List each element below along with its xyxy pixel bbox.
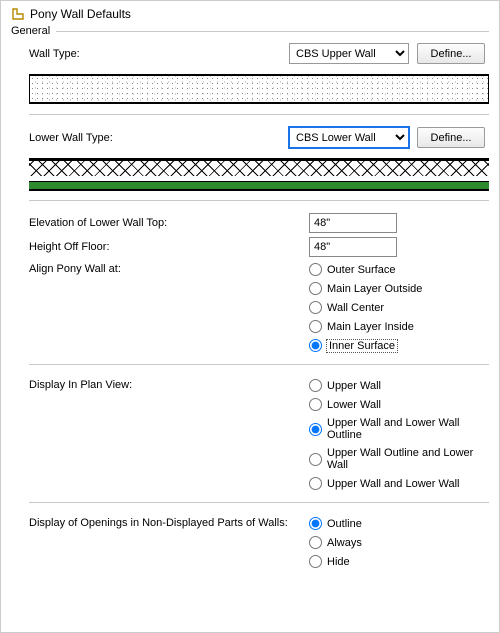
radio-label: Wall Center (327, 302, 384, 314)
radio-label: Upper Wall and Lower Wall (327, 478, 459, 490)
align-wall-center-radio[interactable]: Wall Center (309, 301, 489, 314)
height-off-floor-input[interactable] (309, 237, 397, 257)
title-bar: Pony Wall Defaults (11, 7, 489, 21)
elevation-label: Elevation of Lower Wall Top: (29, 215, 309, 231)
lower-wall-type-row: Lower Wall Type: CBS Lower Wall Define..… (29, 127, 489, 148)
display-plan-grid: Display In Plan View: Upper Wall Lower W… (29, 377, 489, 492)
display-plan-radio-group: Upper Wall Lower Wall Upper Wall and Low… (309, 377, 489, 492)
wall-type-combo[interactable]: CBS Upper Wall (289, 43, 409, 64)
display-openings-grid: Display of Openings in Non-Displayed Par… (29, 515, 489, 570)
divider (29, 502, 489, 503)
align-radio-group: Outer Surface Main Layer Outside Wall Ce… (309, 261, 489, 354)
dialog-window: Pony Wall Defaults General Wall Type: CB… (0, 0, 500, 633)
divider (29, 200, 489, 201)
upper-wall-preview (29, 74, 489, 104)
divider (29, 364, 489, 365)
display-openings-radio-group: Outline Always Hide (309, 515, 489, 570)
radio-label: Inner Surface (327, 340, 397, 352)
display-upper-lower-radio[interactable]: Upper Wall and Lower Wall (309, 477, 489, 490)
general-group-header: General (11, 25, 489, 37)
pony-wall-icon (11, 7, 25, 21)
radio-label: Outer Surface (327, 264, 395, 276)
align-main-layer-outside-radio[interactable]: Main Layer Outside (309, 282, 489, 295)
openings-outline-radio[interactable]: Outline (309, 517, 489, 530)
radio-label: Upper Wall Outline and Lower Wall (327, 447, 489, 471)
divider (56, 31, 489, 32)
lower-wall-type-define-button[interactable]: Define... (417, 127, 485, 148)
elevation-input[interactable] (309, 213, 397, 233)
align-label: Align Pony Wall at: (29, 261, 309, 277)
radio-label: Outline (327, 518, 362, 530)
display-upper-outline-lower-radio[interactable]: Upper Wall Outline and Lower Wall (309, 447, 489, 471)
radio-label: Hide (327, 556, 350, 568)
general-section: Wall Type: CBS Upper Wall Define... Lowe… (11, 43, 489, 570)
height-off-floor-label: Height Off Floor: (29, 239, 309, 255)
align-outer-surface-radio[interactable]: Outer Surface (309, 263, 489, 276)
radio-label: Main Layer Outside (327, 283, 422, 295)
lower-wall-type-label: Lower Wall Type: (29, 132, 289, 144)
radio-label: Upper Wall (327, 380, 381, 392)
display-plan-label: Display In Plan View: (29, 377, 309, 393)
radio-label: Always (327, 537, 362, 549)
align-main-layer-inside-radio[interactable]: Main Layer Inside (309, 320, 489, 333)
align-inner-surface-radio[interactable]: Inner Surface (309, 339, 489, 352)
display-openings-label: Display of Openings in Non-Displayed Par… (29, 515, 309, 531)
wall-type-label: Wall Type: (29, 48, 289, 60)
openings-always-radio[interactable]: Always (309, 536, 489, 549)
divider (29, 114, 489, 115)
lower-wall-type-combo[interactable]: CBS Lower Wall (289, 127, 409, 148)
general-legend: General (11, 25, 56, 37)
openings-hide-radio[interactable]: Hide (309, 555, 489, 568)
radio-label: Upper Wall and Lower Wall Outline (327, 417, 489, 441)
wall-type-row: Wall Type: CBS Upper Wall Define... (29, 43, 489, 64)
lower-wall-preview (29, 158, 489, 190)
radio-label: Main Layer Inside (327, 321, 414, 333)
display-lower-wall-radio[interactable]: Lower Wall (309, 398, 489, 411)
radio-label: Lower Wall (327, 399, 381, 411)
display-upper-wall-radio[interactable]: Upper Wall (309, 379, 489, 392)
wall-type-define-button[interactable]: Define... (417, 43, 485, 64)
fields-grid: Elevation of Lower Wall Top: Height Off … (29, 213, 489, 354)
display-upper-lower-outline-radio[interactable]: Upper Wall and Lower Wall Outline (309, 417, 489, 441)
window-title: Pony Wall Defaults (30, 7, 131, 21)
